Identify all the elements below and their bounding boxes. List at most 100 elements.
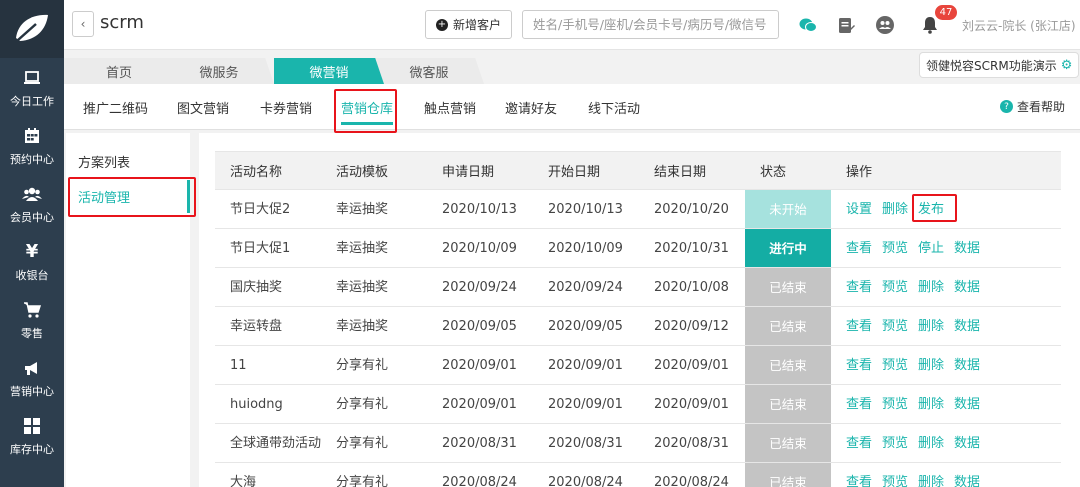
activity-template: 分享有礼 [321,384,427,424]
apply-date: 2020/08/31 [427,423,533,463]
column-header: 申请日期 [427,151,533,190]
sidebar-item-6[interactable]: 营销中心 [0,348,64,406]
action-link[interactable]: 预览 [882,280,908,295]
sidebar-item-label: 零售 [21,326,43,340]
action-link[interactable]: 数据 [954,436,980,451]
actions-cell: 查看 预览 删除 数据 [831,462,1061,487]
module-tab-2[interactable]: 微服务 [164,58,274,84]
activity-name: 全球通带劲活动 [215,423,321,463]
action-link[interactable]: 查看 [846,475,872,487]
action-link[interactable]: 预览 [882,475,908,487]
column-header: 活动名称 [215,151,321,190]
apply-date: 2020/09/01 [427,345,533,385]
action-link[interactable]: 数据 [954,280,980,295]
end-date: 2020/09/01 [639,384,745,424]
sub-tab-7[interactable]: 线下活动 [588,84,640,130]
action-link[interactable]: 预览 [882,436,908,451]
sidebar-item-label: 库存中心 [10,442,54,456]
column-header: 状态 [745,151,831,190]
user-menu[interactable]: 刘云云-院长 (张江店) [962,17,1076,34]
action-link[interactable]: 数据 [954,358,980,373]
actions-cell: 设置 删除 发布 [831,189,1061,229]
sidebar-item-5[interactable]: 零售 [0,290,64,348]
plus-circle-icon: + [435,18,448,31]
sidebar-item-1[interactable]: 今日工作 [0,58,64,116]
nav-icon-wrap [22,298,42,322]
sub-tab-2[interactable]: 图文营销 [177,84,229,130]
add-customer-label: 新增客户 [452,18,501,32]
main-content: 活动名称 活动模板 申请日期 开始日期 结束日期 状态 操作 节日大促2 幸运抽奖 2020/1… [199,133,1080,487]
action-link[interactable]: 查看 [846,241,872,256]
side-item-1[interactable]: 方案列表 [66,145,190,178]
action-link[interactable]: 删除 [882,202,908,217]
start-date: 2020/10/13 [533,189,639,229]
sub-tab-6[interactable]: 邀请好友 [505,84,557,130]
sidebar-item-label: 预约中心 [10,152,54,166]
action-link[interactable]: 删除 [918,280,944,295]
column-header: 结束日期 [639,151,745,190]
end-date: 2020/10/31 [639,228,745,268]
sub-tab-3[interactable]: 卡券营销 [260,84,312,130]
action-link[interactable]: 设置 [846,202,872,217]
question-icon: ? [1000,100,1013,113]
status-badge: 已结束 [745,306,831,346]
action-link[interactable]: 预览 [882,241,908,256]
end-date: 2020/08/24 [639,462,745,487]
action-link[interactable]: 查看 [846,319,872,334]
action-link[interactable]: 删除 [918,475,944,487]
action-link[interactable]: 查看 [846,436,872,451]
activity-table: 活动名称 活动模板 申请日期 开始日期 结束日期 状态 操作 节日大促2 幸运抽奖 2020/1… [215,151,1061,487]
sidebar-item-3[interactable]: 会员中心 [0,174,64,232]
side-item-2[interactable]: 活动管理 [66,180,190,213]
sub-tab-1[interactable]: 推广二维码 [83,84,148,130]
action-link[interactable]: 删除 [918,397,944,412]
sub-tab-5[interactable]: 触点营销 [424,84,476,130]
activity-template: 分享有礼 [321,423,427,463]
search-input[interactable] [522,10,779,39]
help-link[interactable]: ? 查看帮助 [1000,98,1065,115]
action-link[interactable]: 数据 [954,319,980,334]
action-link[interactable]: 删除 [918,319,944,334]
back-button[interactable]: ‹ [72,11,94,37]
action-link[interactable]: 查看 [846,280,872,295]
action-link[interactable]: 数据 [954,241,980,256]
module-tab-3[interactable]: 微营销 [274,58,384,84]
table-row: huiodng 分享有礼 2020/09/01 2020/09/01 2020/09/0… [215,384,1061,424]
module-tab-1[interactable]: 首页 [64,58,174,84]
table-row: 幸运转盘 幸运抽奖 2020/09/05 2020/09/05 2020/09/12 已结… [215,306,1061,346]
action-link[interactable]: 删除 [918,436,944,451]
nav-icon-wrap [22,66,42,90]
nav-icon-wrap [22,124,42,148]
nav-icon-wrap: ¥ [26,240,39,264]
action-link[interactable]: 数据 [954,475,980,487]
wechat-icon[interactable] [797,14,819,36]
module-tab-4[interactable]: 微客服 [374,58,484,84]
app-title: scrm [100,12,144,33]
top-header: ‹ scrm + 新增客户 47 刘云云-院长 (张江店) [64,0,1080,50]
notification-badge: 47 [935,5,957,20]
team-settings-icon[interactable] [874,14,896,36]
megaphone-icon [22,358,42,378]
action-link[interactable]: 查看 [846,397,872,412]
demo-selector[interactable]: 领健悦容SCRM功能演示 ⚙ [919,52,1079,78]
action-link[interactable]: 预览 [882,358,908,373]
main-sidebar: 今日工作预约中心会员中心 ¥ 收银台零售营销中心库存中心 [0,0,64,487]
sidebar-item-2[interactable]: 预约中心 [0,116,64,174]
action-link[interactable]: 删除 [918,358,944,373]
action-link[interactable]: 数据 [954,397,980,412]
calendar-icon [22,126,42,146]
add-customer-button[interactable]: + 新增客户 [425,10,512,39]
sub-tab-4[interactable]: 营销仓库 [341,84,394,130]
action-link[interactable]: 预览 [882,397,908,412]
action-link[interactable]: 预览 [882,319,908,334]
clipboard-edit-icon[interactable] [835,14,857,36]
actions-cell: 查看 预览 停止 数据 [831,228,1061,268]
gear-icon[interactable]: ⚙ [1061,58,1073,73]
action-link[interactable]: 停止 [918,241,944,256]
nav-icon-wrap [22,414,42,438]
start-date: 2020/09/01 [533,384,639,424]
sidebar-item-4[interactable]: ¥ 收银台 [0,232,64,290]
action-link[interactable]: 发布 [918,202,944,217]
sidebar-item-7[interactable]: 库存中心 [0,406,64,464]
action-link[interactable]: 查看 [846,358,872,373]
